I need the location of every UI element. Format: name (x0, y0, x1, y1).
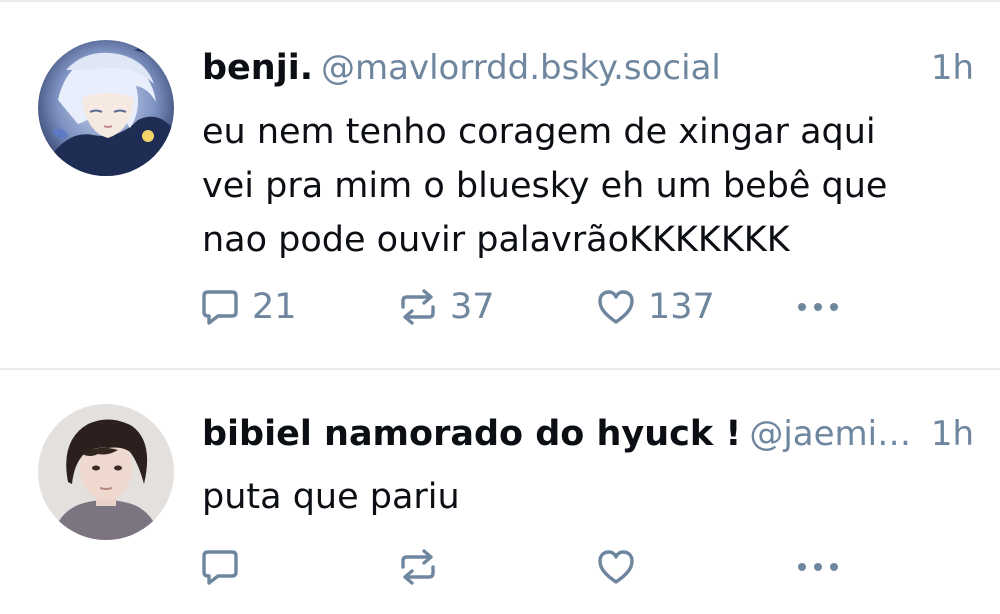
repost-icon (401, 549, 435, 585)
post-actions (200, 542, 880, 592)
timestamp[interactable]: 1h (931, 414, 974, 454)
post-header: bibiel namorado do hyuck ! @jaemi… 1h (202, 414, 974, 462)
reply-count: 21 (252, 287, 297, 327)
like-icon (598, 550, 634, 584)
post-actions: 21 37 137 (200, 282, 880, 332)
more-button[interactable] (794, 542, 842, 592)
repost-count: 37 (450, 287, 495, 327)
post-text-line: eu nem tenho coragem de xingar aqui (202, 112, 876, 152)
more-icon (798, 563, 838, 571)
post-header: benji. @mavlorrdd.bsky.social 1h (202, 48, 974, 96)
post-item[interactable]: bibiel namorado do hyuck ! @jaemi… 1h put… (0, 370, 1000, 614)
post-item[interactable]: benji. @mavlorrdd.bsky.social 1h eu nem t… (0, 2, 1000, 368)
like-count: 137 (648, 287, 715, 327)
photo-avatar-icon (38, 404, 174, 540)
post-text-line: vei pra mim o bluesky eh um bebê que (202, 166, 888, 206)
display-name[interactable]: bibiel namorado do hyuck ! (202, 414, 741, 454)
timestamp[interactable]: 1h (931, 48, 974, 88)
avatar[interactable] (38, 404, 174, 540)
reply-button[interactable] (200, 542, 252, 592)
reply-icon (202, 550, 238, 585)
post-text-line: nao pode ouvir palavrãoKKKKKKK (202, 220, 790, 260)
more-button[interactable] (794, 282, 842, 332)
like-icon (598, 290, 634, 324)
display-name[interactable]: benji. (202, 48, 313, 88)
like-button[interactable]: 137 (596, 282, 715, 332)
anime-avatar-icon (38, 40, 174, 176)
more-icon (798, 303, 838, 311)
reply-button[interactable]: 21 (200, 282, 297, 332)
post-text: eu nem tenho coragem de xingar aqui vei … (202, 105, 970, 267)
like-button[interactable] (596, 542, 648, 592)
post-text: puta que pariu (202, 470, 970, 524)
repost-icon (401, 289, 435, 325)
handle[interactable]: @mavlorrdd.bsky.social (321, 48, 721, 88)
repost-button[interactable] (398, 542, 450, 592)
avatar[interactable] (38, 40, 174, 176)
repost-button[interactable]: 37 (398, 282, 495, 332)
handle[interactable]: @jaemi… (749, 414, 911, 454)
post-text-line: puta que pariu (202, 477, 460, 517)
reply-icon (202, 290, 238, 325)
